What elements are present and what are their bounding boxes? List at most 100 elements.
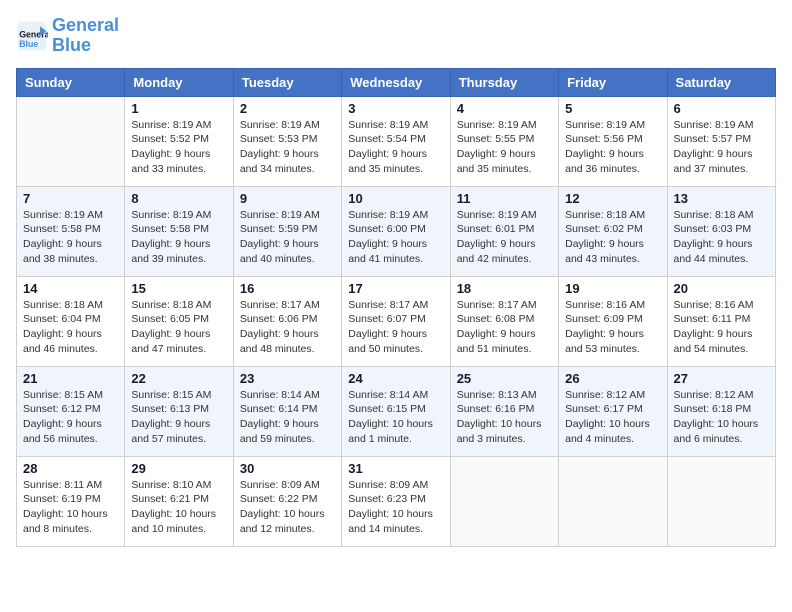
calendar-cell: 6 Sunrise: 8:19 AMSunset: 5:57 PMDaylight… [667,96,775,186]
day-info: Sunrise: 8:15 AMSunset: 6:13 PMDaylight:… [131,388,226,447]
day-info: Sunrise: 8:19 AMSunset: 6:01 PMDaylight:… [457,208,552,267]
day-info: Sunrise: 8:11 AMSunset: 6:19 PMDaylight:… [23,478,118,537]
day-number: 17 [348,281,443,296]
calendar-cell [667,456,775,546]
calendar-cell: 26 Sunrise: 8:12 AMSunset: 6:17 PMDayligh… [559,366,667,456]
calendar-week-row: 7 Sunrise: 8:19 AMSunset: 5:58 PMDaylight… [17,186,776,276]
calendar-cell: 17 Sunrise: 8:17 AMSunset: 6:07 PMDayligh… [342,276,450,366]
calendar-week-row: 14 Sunrise: 8:18 AMSunset: 6:04 PMDayligh… [17,276,776,366]
calendar-cell: 20 Sunrise: 8:16 AMSunset: 6:11 PMDayligh… [667,276,775,366]
day-number: 6 [674,101,769,116]
day-number: 15 [131,281,226,296]
calendar-cell: 11 Sunrise: 8:19 AMSunset: 6:01 PMDayligh… [450,186,558,276]
day-info: Sunrise: 8:19 AMSunset: 5:53 PMDaylight:… [240,118,335,177]
day-info: Sunrise: 8:18 AMSunset: 6:02 PMDaylight:… [565,208,660,267]
day-info: Sunrise: 8:15 AMSunset: 6:12 PMDaylight:… [23,388,118,447]
calendar-week-row: 1 Sunrise: 8:19 AMSunset: 5:52 PMDaylight… [17,96,776,186]
calendar-table: SundayMondayTuesdayWednesdayThursdayFrid… [16,68,776,547]
calendar-cell: 4 Sunrise: 8:19 AMSunset: 5:55 PMDaylight… [450,96,558,186]
day-info: Sunrise: 8:19 AMSunset: 5:56 PMDaylight:… [565,118,660,177]
day-info: Sunrise: 8:19 AMSunset: 5:55 PMDaylight:… [457,118,552,177]
calendar-week-row: 28 Sunrise: 8:11 AMSunset: 6:19 PMDayligh… [17,456,776,546]
logo-icon: General Blue [16,20,48,52]
day-info: Sunrise: 8:16 AMSunset: 6:11 PMDaylight:… [674,298,769,357]
calendar-header-row: SundayMondayTuesdayWednesdayThursdayFrid… [17,68,776,96]
day-number: 1 [131,101,226,116]
day-number: 2 [240,101,335,116]
calendar-cell: 13 Sunrise: 8:18 AMSunset: 6:03 PMDayligh… [667,186,775,276]
day-number: 16 [240,281,335,296]
day-info: Sunrise: 8:19 AMSunset: 5:52 PMDaylight:… [131,118,226,177]
day-number: 11 [457,191,552,206]
day-number: 26 [565,371,660,386]
calendar-cell: 14 Sunrise: 8:18 AMSunset: 6:04 PMDayligh… [17,276,125,366]
day-info: Sunrise: 8:17 AMSunset: 6:08 PMDaylight:… [457,298,552,357]
day-number: 28 [23,461,118,476]
day-number: 29 [131,461,226,476]
calendar-cell: 12 Sunrise: 8:18 AMSunset: 6:02 PMDayligh… [559,186,667,276]
day-info: Sunrise: 8:17 AMSunset: 6:07 PMDaylight:… [348,298,443,357]
day-number: 4 [457,101,552,116]
logo-text: GeneralBlue [52,16,119,56]
day-info: Sunrise: 8:12 AMSunset: 6:18 PMDaylight:… [674,388,769,447]
day-info: Sunrise: 8:09 AMSunset: 6:23 PMDaylight:… [348,478,443,537]
calendar-cell: 30Sunrise: 8:09 AMSunset: 6:22 PMDayligh… [233,456,341,546]
calendar-cell: 7 Sunrise: 8:19 AMSunset: 5:58 PMDaylight… [17,186,125,276]
calendar-cell: 15 Sunrise: 8:18 AMSunset: 6:05 PMDayligh… [125,276,233,366]
day-info: Sunrise: 8:12 AMSunset: 6:17 PMDaylight:… [565,388,660,447]
day-number: 22 [131,371,226,386]
day-info: Sunrise: 8:18 AMSunset: 6:03 PMDaylight:… [674,208,769,267]
day-info: Sunrise: 8:10 AMSunset: 6:21 PMDaylight:… [131,478,226,537]
day-number: 24 [348,371,443,386]
day-number: 3 [348,101,443,116]
day-info: Sunrise: 8:18 AMSunset: 6:04 PMDaylight:… [23,298,118,357]
day-number: 5 [565,101,660,116]
col-header-thursday: Thursday [450,68,558,96]
day-number: 13 [674,191,769,206]
day-info: Sunrise: 8:19 AMSunset: 5:57 PMDaylight:… [674,118,769,177]
day-info: Sunrise: 8:14 AMSunset: 6:14 PMDaylight:… [240,388,335,447]
day-info: Sunrise: 8:18 AMSunset: 6:05 PMDaylight:… [131,298,226,357]
svg-text:Blue: Blue [19,39,38,49]
day-number: 14 [23,281,118,296]
col-header-monday: Monday [125,68,233,96]
page-header: General Blue GeneralBlue [16,16,776,56]
calendar-cell: 1 Sunrise: 8:19 AMSunset: 5:52 PMDaylight… [125,96,233,186]
day-info: Sunrise: 8:19 AMSunset: 5:59 PMDaylight:… [240,208,335,267]
day-info: Sunrise: 8:16 AMSunset: 6:09 PMDaylight:… [565,298,660,357]
day-number: 18 [457,281,552,296]
calendar-cell: 28 Sunrise: 8:11 AMSunset: 6:19 PMDayligh… [17,456,125,546]
col-header-sunday: Sunday [17,68,125,96]
col-header-friday: Friday [559,68,667,96]
day-number: 21 [23,371,118,386]
day-number: 8 [131,191,226,206]
col-header-saturday: Saturday [667,68,775,96]
day-info: Sunrise: 8:14 AMSunset: 6:15 PMDaylight:… [348,388,443,447]
day-number: 10 [348,191,443,206]
calendar-cell: 21 Sunrise: 8:15 AMSunset: 6:12 PMDayligh… [17,366,125,456]
calendar-cell: 9Sunrise: 8:19 AMSunset: 5:59 PMDaylight… [233,186,341,276]
calendar-week-row: 21 Sunrise: 8:15 AMSunset: 6:12 PMDayligh… [17,366,776,456]
calendar-cell: 3 Sunrise: 8:19 AMSunset: 5:54 PMDaylight… [342,96,450,186]
calendar-cell: 8Sunrise: 8:19 AMSunset: 5:58 PMDaylight… [125,186,233,276]
calendar-cell: 10 Sunrise: 8:19 AMSunset: 6:00 PMDayligh… [342,186,450,276]
calendar-cell: 29 Sunrise: 8:10 AMSunset: 6:21 PMDayligh… [125,456,233,546]
day-number: 25 [457,371,552,386]
calendar-cell: 5 Sunrise: 8:19 AMSunset: 5:56 PMDaylight… [559,96,667,186]
day-info: Sunrise: 8:13 AMSunset: 6:16 PMDaylight:… [457,388,552,447]
day-number: 20 [674,281,769,296]
day-number: 30 [240,461,335,476]
day-number: 7 [23,191,118,206]
day-number: 12 [565,191,660,206]
logo: General Blue GeneralBlue [16,16,119,56]
calendar-cell [559,456,667,546]
day-info: Sunrise: 8:19 AMSunset: 5:58 PMDaylight:… [23,208,118,267]
calendar-cell: 23Sunrise: 8:14 AMSunset: 6:14 PMDayligh… [233,366,341,456]
calendar-cell: 24 Sunrise: 8:14 AMSunset: 6:15 PMDayligh… [342,366,450,456]
calendar-cell: 18 Sunrise: 8:17 AMSunset: 6:08 PMDayligh… [450,276,558,366]
calendar-cell [450,456,558,546]
day-number: 19 [565,281,660,296]
day-info: Sunrise: 8:19 AMSunset: 5:54 PMDaylight:… [348,118,443,177]
col-header-wednesday: Wednesday [342,68,450,96]
day-info: Sunrise: 8:19 AMSunset: 6:00 PMDaylight:… [348,208,443,267]
